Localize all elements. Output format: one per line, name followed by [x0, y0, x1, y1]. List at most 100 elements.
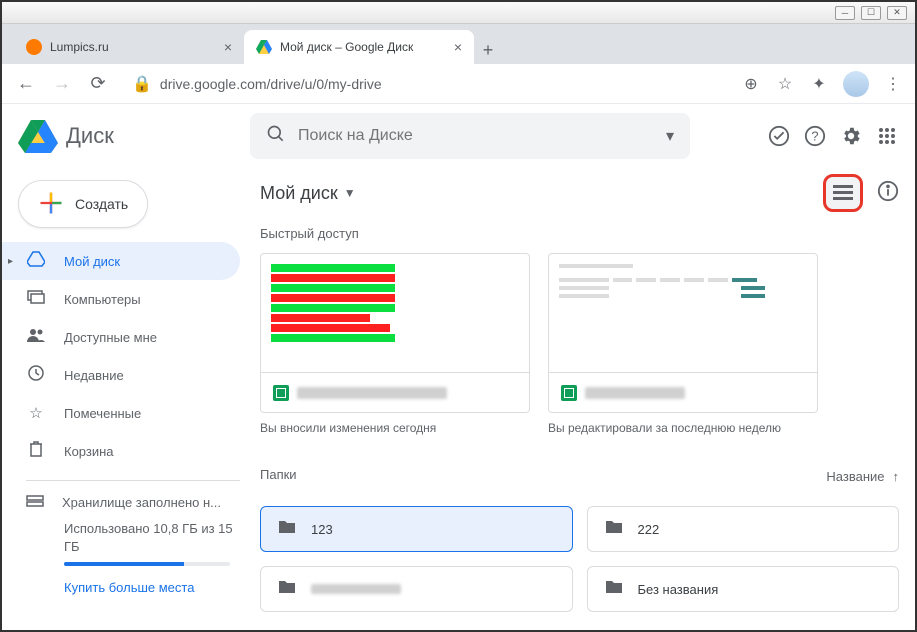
forward-button[interactable]: →: [50, 73, 74, 94]
file-thumbnail: [260, 253, 530, 373]
browser-tab-lumpics[interactable]: Lumpics.ru ×: [14, 30, 244, 64]
support-icon[interactable]: ?: [803, 124, 827, 148]
folder-card[interactable]: 123: [260, 506, 573, 552]
back-button[interactable]: ←: [14, 73, 38, 94]
favicon-drive: [256, 39, 272, 55]
folder-icon: [277, 579, 297, 600]
trash-icon: [26, 441, 46, 461]
browser-window: ─ ☐ ✕ Lumpics.ru × Мой диск – Google Дис…: [0, 0, 917, 632]
folder-name: Без названия: [638, 582, 719, 597]
list-view-button[interactable]: [823, 174, 863, 212]
folder-icon: [277, 519, 297, 540]
window-maximize-button[interactable]: ☐: [861, 6, 881, 20]
storage-section: Хранилище заполнено н... Использовано 10…: [26, 480, 240, 595]
breadcrumb-my-drive[interactable]: Мой диск ▼: [260, 183, 356, 204]
folders-header: Папки Название ↑: [260, 459, 899, 494]
quick-card[interactable]: Вы вносили изменения сегодня: [260, 253, 530, 435]
file-name-blurred: [297, 387, 447, 399]
drive-logo[interactable]: Диск: [18, 118, 238, 154]
svg-text:?: ?: [811, 129, 818, 144]
close-tab-icon[interactable]: ×: [224, 39, 232, 55]
sort-label-text: Название: [826, 469, 884, 484]
browser-menu-icon[interactable]: ⋮: [883, 74, 903, 94]
folder-name: 222: [638, 522, 660, 537]
reload-button[interactable]: ⟳: [86, 73, 110, 94]
nav-label: Мой диск: [64, 254, 120, 269]
bookmark-icon[interactable]: ☆: [775, 74, 795, 94]
drive-header: Диск ▾ ?: [2, 104, 915, 168]
computers-icon: [26, 290, 46, 308]
nav-storage[interactable]: Хранилище заполнено н...: [26, 495, 240, 510]
nav-label: Доступные мне: [64, 330, 157, 345]
storage-usage-text: Использовано 10,8 ГБ из 15 ГБ: [64, 520, 240, 556]
address-bar[interactable]: 🔒 drive.google.com/drive/u/0/my-drive: [122, 69, 729, 99]
storage-progress: [64, 562, 230, 566]
sort-button[interactable]: Название ↑: [826, 469, 899, 484]
folder-name: 123: [311, 522, 333, 537]
apps-icon[interactable]: [875, 124, 899, 148]
extensions-icon[interactable]: ✦: [809, 74, 829, 94]
nav-label: Корзина: [64, 444, 114, 459]
folder-icon: [604, 519, 624, 540]
details-button[interactable]: [877, 180, 899, 207]
sidebar: Создать ▸ Мой диск Компьютеры: [2, 168, 252, 630]
file-name-blurred: [585, 387, 685, 399]
nav-recent[interactable]: Недавние: [2, 356, 240, 394]
nav-starred[interactable]: ☆ Помеченные: [2, 394, 240, 432]
profile-avatar[interactable]: [843, 71, 869, 97]
expand-icon[interactable]: ▸: [8, 256, 13, 267]
close-tab-icon[interactable]: ×: [454, 39, 462, 55]
browser-tab-drive[interactable]: Мой диск – Google Диск ×: [244, 30, 474, 64]
url-text: drive.google.com/drive/u/0/my-drive: [160, 76, 382, 92]
window-minimize-button[interactable]: ─: [835, 6, 855, 20]
window-close-button[interactable]: ✕: [887, 6, 907, 20]
starred-icon: ☆: [26, 404, 46, 422]
nav-list: ▸ Мой диск Компьютеры Доступн: [2, 242, 252, 470]
favicon-lumpics: [26, 39, 42, 55]
zoom-icon[interactable]: ⊕: [741, 74, 761, 94]
recent-icon: [26, 365, 46, 385]
folders-title: Папки: [260, 467, 297, 482]
drive-icon: [26, 251, 46, 271]
main-content: Мой диск ▼ Быстрый доступ: [252, 168, 915, 630]
tab-title: Lumpics.ru: [50, 40, 109, 54]
folder-card[interactable]: [260, 566, 573, 612]
nav-trash[interactable]: Корзина: [2, 432, 240, 470]
search-options-icon[interactable]: ▾: [666, 126, 674, 146]
new-tab-button[interactable]: +: [474, 36, 502, 64]
folder-card[interactable]: 222: [587, 506, 900, 552]
file-name-row: [548, 373, 818, 413]
nav-label: Компьютеры: [64, 292, 141, 307]
storage-title-text: Хранилище заполнено н...: [62, 495, 221, 510]
buy-storage-link[interactable]: Купить больше места: [64, 580, 240, 595]
file-thumbnail: [548, 253, 818, 373]
quick-card[interactable]: Вы редактировали за последнюю неделю: [548, 253, 818, 435]
app-name: Диск: [66, 123, 114, 149]
search-bar[interactable]: ▾: [250, 113, 690, 159]
lock-icon: 🔒: [132, 74, 152, 94]
nav-label: Помеченные: [64, 406, 141, 421]
sort-arrow-icon: ↑: [893, 469, 900, 484]
browser-toolbar: ← → ⟳ 🔒 drive.google.com/drive/u/0/my-dr…: [2, 64, 915, 104]
quick-subtitle: Вы вносили изменения сегодня: [260, 421, 530, 435]
drive-body: Создать ▸ Мой диск Компьютеры: [2, 168, 915, 630]
path-row: Мой диск ▼: [260, 168, 899, 218]
nav-shared[interactable]: Доступные мне: [2, 318, 240, 356]
sheets-icon: [273, 385, 289, 401]
sheets-icon: [561, 385, 577, 401]
nav-my-drive[interactable]: ▸ Мой диск: [2, 242, 240, 280]
tab-strip: Lumpics.ru × Мой диск – Google Диск × +: [2, 24, 915, 64]
settings-icon[interactable]: [839, 124, 863, 148]
create-button[interactable]: Создать: [18, 180, 148, 228]
nav-computers[interactable]: Компьютеры: [2, 280, 240, 318]
folder-grid: 123 222 Бе: [260, 506, 899, 612]
drive-logo-icon: [18, 118, 58, 154]
quick-subtitle: Вы редактировали за последнюю неделю: [548, 421, 818, 435]
ready-offline-icon[interactable]: [767, 124, 791, 148]
folder-name-blurred: [311, 584, 401, 594]
create-label: Создать: [75, 196, 128, 212]
search-input[interactable]: [298, 127, 654, 145]
folder-card[interactable]: Без названия: [587, 566, 900, 612]
window-titlebar: ─ ☐ ✕: [2, 2, 915, 24]
storage-icon: [26, 495, 44, 510]
